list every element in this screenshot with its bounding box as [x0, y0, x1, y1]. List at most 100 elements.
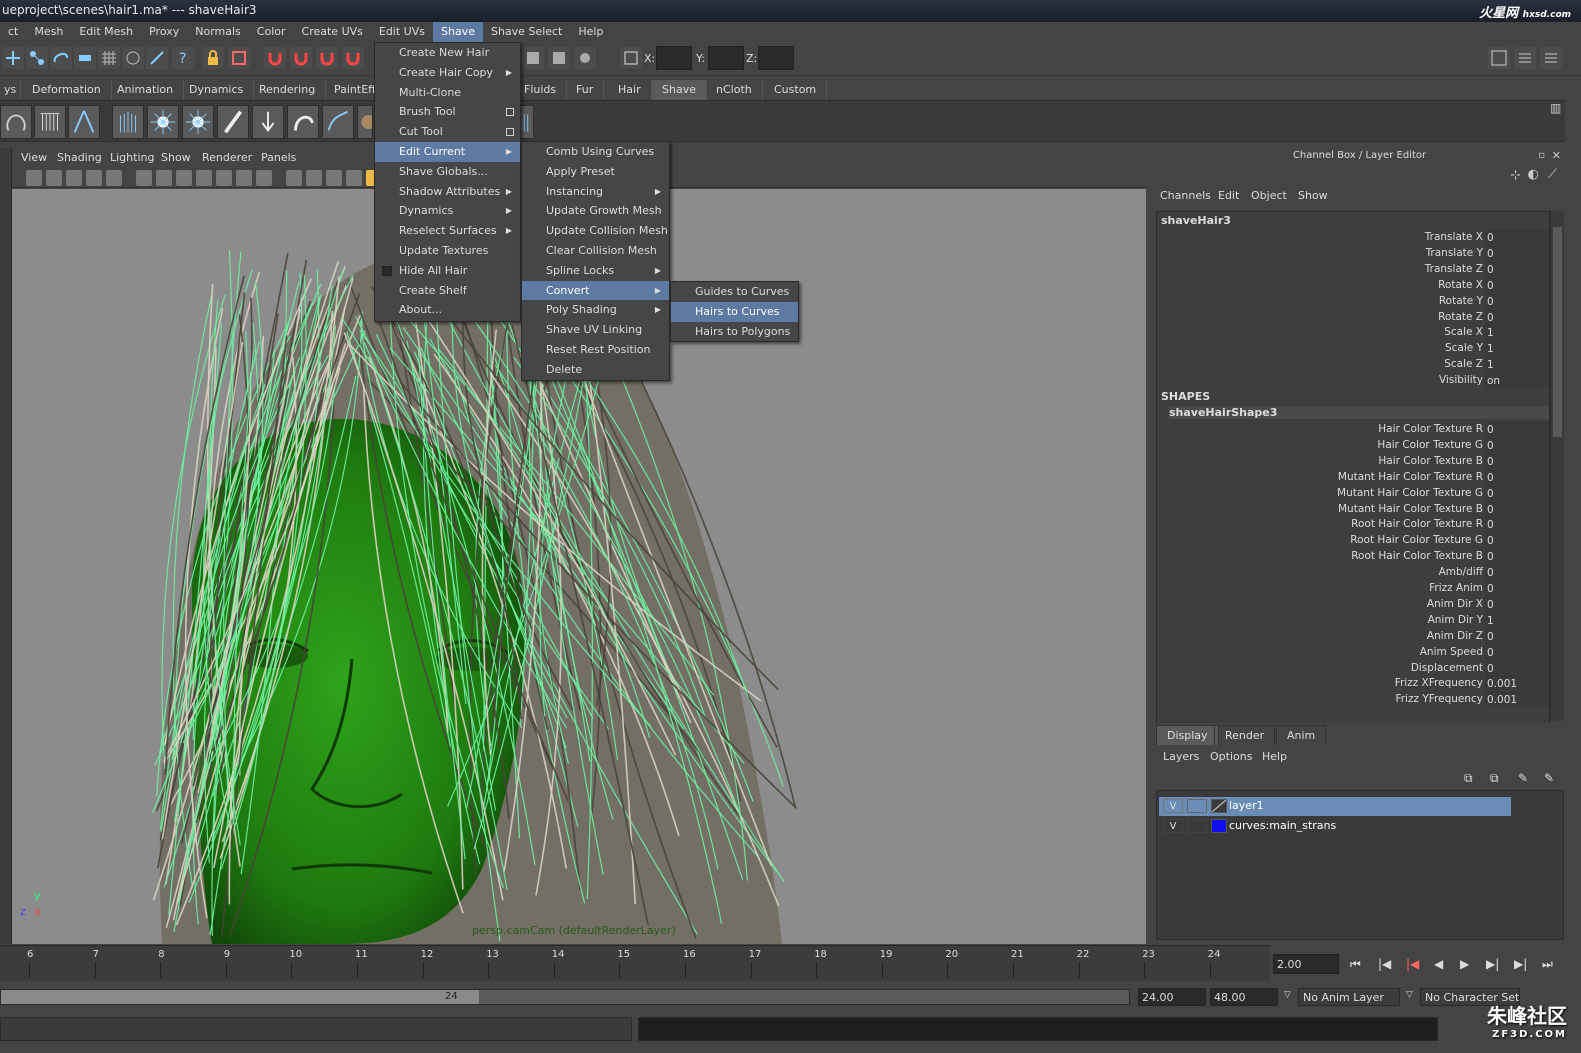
menu-edit-mesh[interactable]: Edit Mesh [71, 22, 141, 42]
field-chart-icon[interactable] [216, 170, 232, 186]
channel-name[interactable]: Frizz Anim [1429, 582, 1483, 594]
channel-value-field[interactable]: 0 [1485, 277, 1549, 293]
ipr-render-icon[interactable] [548, 47, 570, 69]
close-panel-icon[interactable]: ✕ [1552, 149, 1561, 162]
menu-item-shave-globals[interactable]: Shave Globals... [375, 162, 520, 182]
menu-item-cut-tool[interactable]: Cut Tool [375, 122, 520, 142]
channel-value-field[interactable]: 0 [1485, 501, 1549, 517]
vp-menu-view[interactable]: View [21, 151, 47, 164]
channel-value-field[interactable]: 0 [1485, 309, 1549, 325]
channel-value-field[interactable]: 0 [1485, 596, 1549, 612]
image-plane-icon[interactable] [86, 170, 102, 186]
channel-name[interactable]: Amb/diff [1439, 566, 1483, 578]
transform-input-icon[interactable] [620, 47, 642, 69]
speed-icon[interactable]: ◐ [1528, 167, 1539, 182]
gate-mask-icon[interactable] [196, 170, 212, 186]
layer-tab-anim[interactable]: Anim [1276, 725, 1327, 745]
curl-icon[interactable] [287, 105, 319, 139]
textured-icon[interactable] [346, 170, 362, 186]
vp-menu-renderer[interactable]: Renderer [202, 151, 252, 164]
menu-shave[interactable]: Shave [432, 22, 483, 42]
channel-name[interactable]: Scale Y [1445, 342, 1483, 354]
cb-menu-channels[interactable]: Channels [1160, 189, 1211, 202]
snap-grid-icon[interactable] [98, 47, 120, 69]
menu-item-reset-rest-position[interactable]: Reset Rest Position [522, 340, 669, 360]
channel-row[interactable]: Visibility on [1157, 373, 1549, 389]
channel-name[interactable]: Root Hair Color Texture R [1351, 518, 1483, 530]
channel-row[interactable]: Mutant Hair Color Texture R0 [1157, 469, 1549, 486]
channel-value-field[interactable]: 1 [1485, 325, 1549, 341]
hair-strands-icon[interactable] [112, 105, 144, 139]
channel-row[interactable]: Rotate X0 [1157, 277, 1549, 294]
playback-end-field[interactable]: 24.00 [1138, 988, 1206, 1006]
channel-row[interactable]: Translate Y0 [1157, 245, 1549, 262]
channel-value-field[interactable]: 0 [1485, 453, 1549, 469]
channel-name[interactable]: Mutant Hair Color Texture G [1337, 487, 1483, 499]
channel-row[interactable]: Translate X0 [1157, 230, 1549, 246]
vp-menu-shading[interactable]: Shading [57, 151, 102, 164]
layer-type-toggle[interactable] [1187, 799, 1207, 813]
char-set-dropdown-icon[interactable]: ▽ [1406, 990, 1413, 1000]
film-gate-icon[interactable] [156, 170, 172, 186]
channel-name[interactable]: Rotate Y [1439, 295, 1483, 307]
step-forward-key-icon[interactable]: ▶| [1514, 957, 1527, 971]
channel-name[interactable]: Frizz YFrequency [1395, 693, 1483, 705]
anim-layer-dropdown[interactable]: No Anim Layer [1298, 988, 1400, 1006]
channel-name[interactable]: Mutant Hair Color Texture R [1338, 471, 1483, 483]
channel-row[interactable]: Root Hair Color Texture R0 [1157, 517, 1549, 533]
bookmark-icon[interactable] [66, 170, 82, 186]
shelf-tab-fur[interactable]: Fur [566, 80, 605, 100]
channel-name[interactable]: Scale Z [1444, 358, 1483, 370]
layer-type-toggle[interactable] [1187, 819, 1207, 833]
menu-item-shadow-attributes[interactable]: Shadow Attributes ▶ [375, 182, 520, 202]
attribute-editor-icon[interactable] [1514, 47, 1536, 69]
menu-item-instancing[interactable]: Instancing ▶ [522, 182, 669, 202]
channel-row[interactable]: Root Hair Color Texture G0 [1157, 533, 1549, 549]
menu-item-edit-current[interactable]: Edit Current ▶ [375, 141, 520, 162]
menu-create-uvs[interactable]: Create UVs [294, 22, 371, 42]
texture-ball-icon[interactable] [357, 105, 376, 139]
channel-value-field[interactable]: 0 [1485, 533, 1549, 549]
mel-command-input[interactable] [0, 1017, 632, 1041]
move-down-icon[interactable]: ✎ [1544, 771, 1554, 785]
channel-value-field[interactable]: 0 [1485, 660, 1549, 676]
menu-item-dynamics[interactable]: Dynamics ▶ [375, 201, 520, 221]
shelf-tab-ncloth[interactable]: nCloth [706, 80, 763, 100]
channel-value-field[interactable]: 0 [1485, 565, 1549, 581]
wireframe-icon[interactable] [286, 170, 302, 186]
manip-icon[interactable]: ⊹ [1510, 168, 1521, 183]
shelf-tab-animation[interactable]: Animation [107, 80, 185, 100]
step-back-key-icon[interactable]: |◀ [1378, 957, 1391, 971]
cb-menu-object[interactable]: Object [1251, 189, 1287, 202]
pick-icon[interactable]: ⟋ [1548, 167, 1557, 182]
range-slider[interactable]: 24 [0, 989, 1130, 1005]
menu-item-update-textures[interactable]: Update Textures [375, 241, 520, 261]
layer-tab-display[interactable]: Display [1156, 725, 1219, 745]
anim-end-field[interactable]: 48.00 [1210, 988, 1278, 1006]
channel-row[interactable]: Scale Z1 [1157, 357, 1549, 373]
channel-value-field[interactable]: 1 [1485, 612, 1549, 628]
shelf-tab-shave[interactable]: Shave [652, 80, 707, 100]
step-forward-frame-icon[interactable]: ▶| [1486, 957, 1499, 971]
shelf-tab-hair[interactable]: Hair [608, 80, 652, 100]
channel-row[interactable]: Displacement 0 [1157, 660, 1549, 677]
step-back-frame-icon[interactable]: |◀ [1406, 957, 1419, 971]
channel-name[interactable]: Translate X [1425, 231, 1483, 243]
channel-value-field[interactable]: 0.001 [1485, 676, 1549, 692]
object-name[interactable]: shaveHair3 [1161, 214, 1231, 227]
channel-value-field[interactable]: 1 [1485, 341, 1549, 357]
time-slider[interactable]: 6 7 8 9 10 11 12 13 14 15 16 17 18 19 20 21 22 23 24 [0, 945, 1270, 981]
channel-row[interactable]: Mutant Hair Color Texture B0 [1157, 501, 1549, 518]
channel-row[interactable]: Frizz YFrequency 0.001 [1157, 692, 1549, 708]
layer-color-swatch[interactable] [1211, 819, 1227, 833]
channel-name[interactable]: Anim Speed [1420, 646, 1483, 658]
float-panel-icon[interactable]: ▫ [1538, 150, 1545, 161]
magnet-surface-icon[interactable] [342, 47, 364, 69]
menu-normals[interactable]: Normals [187, 22, 249, 42]
channel-value-field[interactable]: on [1485, 373, 1549, 389]
new-layer-selected-icon[interactable]: ⧉ [1490, 771, 1499, 786]
help-icon[interactable]: ? [172, 47, 194, 69]
layer-menu-options[interactable]: Options [1210, 750, 1252, 763]
select-highlight-icon[interactable] [228, 47, 250, 69]
shelf-tab-fluids[interactable]: Fluids [514, 80, 568, 100]
